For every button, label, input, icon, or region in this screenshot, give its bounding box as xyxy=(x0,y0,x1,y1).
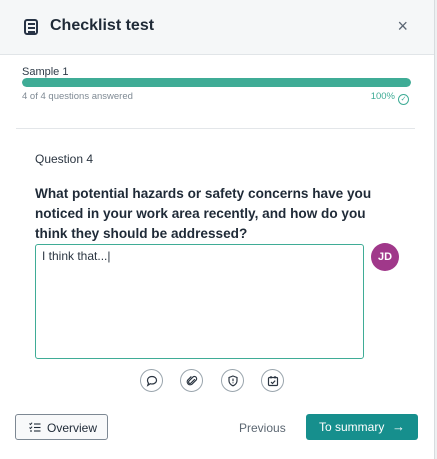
panel-header: Checklist test × xyxy=(0,0,434,55)
progress-bar xyxy=(22,78,411,87)
attach-button[interactable] xyxy=(180,369,203,392)
checklist-panel: Checklist test × Sample 1 4 of 4 questio… xyxy=(0,0,435,459)
answered-count: 4 of 4 questions answered xyxy=(22,91,133,102)
to-summary-button[interactable]: To summary → xyxy=(306,414,418,440)
progress-percent: 100% ✓ xyxy=(371,91,409,105)
question-number: Question 4 xyxy=(35,152,94,166)
to-summary-label: To summary xyxy=(319,420,385,434)
comment-button[interactable] xyxy=(140,369,163,392)
percent-text: 100% xyxy=(370,91,395,102)
previous-button[interactable]: Previous xyxy=(239,421,286,435)
overview-button[interactable]: Overview xyxy=(15,414,108,440)
answer-textarea[interactable] xyxy=(35,244,364,359)
question-text: What potential hazards or safety concern… xyxy=(35,186,372,241)
panel-title: Checklist test xyxy=(50,17,155,34)
schedule-button[interactable] xyxy=(261,369,284,392)
paperclip-icon xyxy=(186,375,198,386)
close-icon[interactable]: × xyxy=(397,16,408,37)
comment-icon xyxy=(146,375,158,387)
check-circle-icon: ✓ xyxy=(398,94,409,105)
overview-label: Overview xyxy=(47,421,98,435)
sample-label: Sample 1 xyxy=(22,66,69,78)
safety-button[interactable] xyxy=(221,369,244,392)
list-check-icon xyxy=(29,422,41,432)
checklist-icon xyxy=(24,19,38,35)
shield-icon xyxy=(228,375,238,387)
calendar-check-icon xyxy=(267,376,279,387)
progress-fill xyxy=(22,78,411,87)
divider xyxy=(16,128,415,129)
avatar: JD xyxy=(371,243,399,271)
arrow-right-icon: → xyxy=(392,419,405,434)
